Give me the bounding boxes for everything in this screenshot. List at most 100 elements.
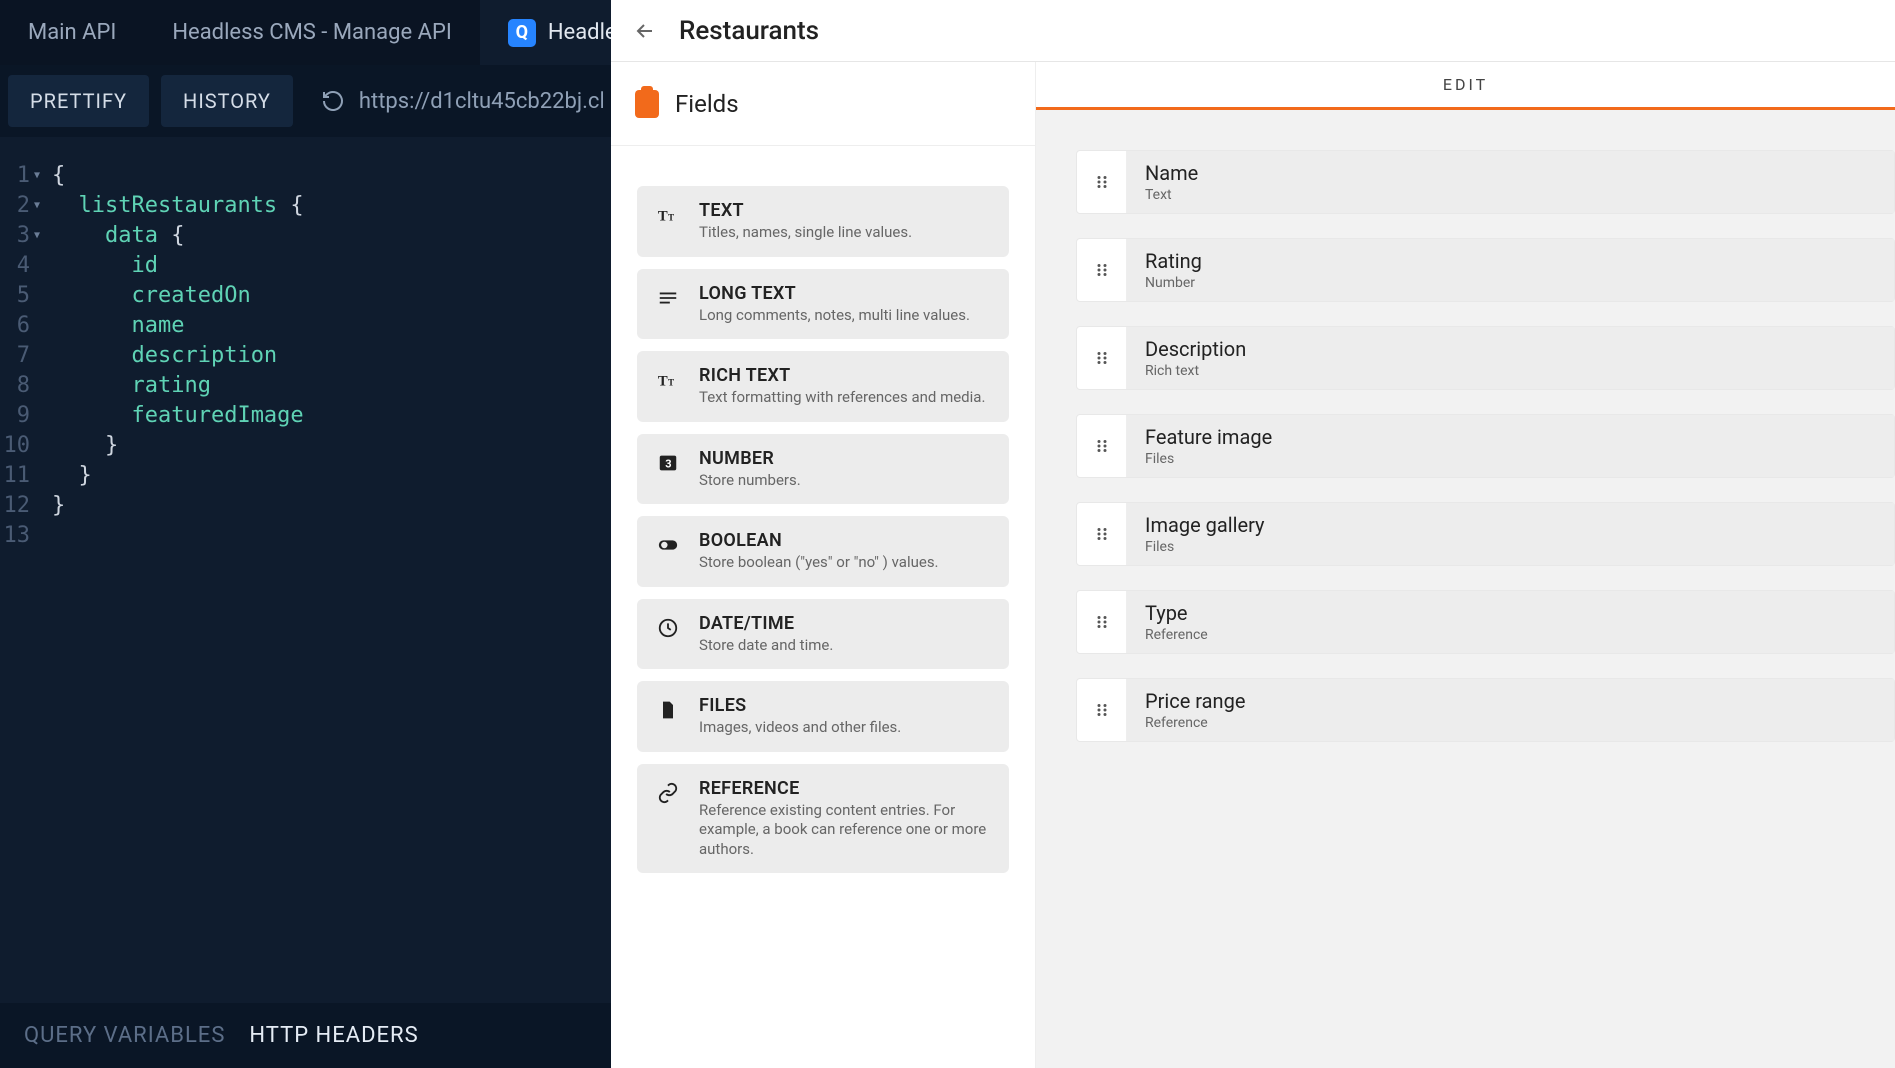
- field-type-title: TEXT: [699, 200, 912, 221]
- endpoint-url-text: https://d1cltu45cb22bj.cloudfront.net: [359, 89, 603, 114]
- model-field-row[interactable]: Description Rich text: [1076, 326, 1895, 390]
- field-type-desc: Store numbers.: [699, 471, 801, 491]
- code-body[interactable]: { listRestaurants { data { id createdOn …: [44, 161, 611, 1003]
- drag-handle-icon[interactable]: [1077, 415, 1127, 477]
- edit-tab[interactable]: EDIT: [1443, 75, 1488, 94]
- svg-text:T: T: [658, 209, 668, 225]
- reference-icon: [655, 780, 681, 806]
- field-type-desc: Store boolean ("yes" or "no" ) values.: [699, 553, 939, 573]
- field-type-title: FILES: [699, 695, 901, 716]
- line-number: 5▼: [0, 281, 40, 311]
- svg-text:T: T: [658, 374, 668, 390]
- model-field-type: Text: [1145, 187, 1876, 203]
- model-field-name: Image gallery: [1145, 513, 1876, 537]
- field-type-title: RICH TEXT: [699, 365, 985, 386]
- drag-handle-icon[interactable]: [1077, 151, 1127, 213]
- edit-tab-bar: EDIT: [1036, 62, 1895, 110]
- refresh-icon[interactable]: [321, 88, 345, 114]
- code-line[interactable]: rating: [52, 371, 611, 401]
- model-field-name: Rating: [1145, 249, 1876, 273]
- line-number: 4▼: [0, 251, 40, 281]
- code-line[interactable]: description: [52, 341, 611, 371]
- cms-header: Restaurants: [611, 0, 1895, 62]
- longtext-icon: [655, 285, 681, 311]
- field-type-card[interactable]: DATE/TIME Store date and time.: [637, 599, 1009, 670]
- code-line[interactable]: createdOn: [52, 281, 611, 311]
- model-field-type: Files: [1145, 539, 1876, 555]
- code-line[interactable]: {: [52, 161, 611, 191]
- line-number: 3▼: [0, 221, 40, 251]
- drag-handle-icon[interactable]: [1077, 591, 1127, 653]
- fields-heading: Fields: [611, 62, 1035, 146]
- fields-heading-label: Fields: [675, 90, 739, 118]
- field-type-title: DATE/TIME: [699, 613, 833, 634]
- code-line[interactable]: }: [52, 491, 611, 521]
- code-line[interactable]: }: [52, 431, 611, 461]
- code-line[interactable]: }: [52, 461, 611, 491]
- page-title: Restaurants: [679, 16, 819, 46]
- model-field-row[interactable]: Rating Number: [1076, 238, 1895, 302]
- model-field-row[interactable]: Price range Reference: [1076, 678, 1895, 742]
- drag-handle-icon[interactable]: [1077, 327, 1127, 389]
- model-field-name: Description: [1145, 337, 1876, 361]
- model-field-row[interactable]: Image gallery Files: [1076, 502, 1895, 566]
- model-field-type: Number: [1145, 275, 1876, 291]
- line-number: 9▼: [0, 401, 40, 431]
- model-field-type: Reference: [1145, 715, 1876, 731]
- query-badge-icon: Q: [508, 19, 536, 47]
- field-types-column: Fields TT TEXT Titles, names, single lin…: [611, 62, 1036, 1068]
- drag-handle-icon[interactable]: [1077, 239, 1127, 301]
- tab-main-api[interactable]: Main API: [0, 0, 144, 65]
- graphql-panel: Main API Headless CMS - Manage API Q Hea…: [0, 0, 611, 1068]
- line-number: 12▼: [0, 491, 40, 521]
- cms-body: Fields TT TEXT Titles, names, single lin…: [611, 62, 1895, 1068]
- code-editor[interactable]: 1▼2▼3▼4▼5▼6▼7▼8▼9▼10▼11▼12▼13▼ { listRes…: [0, 137, 611, 1003]
- model-field-type: Rich text: [1145, 363, 1876, 379]
- field-type-card[interactable]: LONG TEXT Long comments, notes, multi li…: [637, 269, 1009, 340]
- field-type-card[interactable]: TT RICH TEXT Text formatting with refere…: [637, 351, 1009, 422]
- prettify-button[interactable]: PRETTIFY: [8, 75, 149, 127]
- text-icon: TT: [655, 202, 681, 228]
- model-field-row[interactable]: Name Text: [1076, 150, 1895, 214]
- drag-handle-icon[interactable]: [1077, 503, 1127, 565]
- field-types-list: TT TEXT Titles, names, single line value…: [611, 146, 1035, 1068]
- history-button[interactable]: HISTORY: [161, 75, 293, 127]
- line-number: 10▼: [0, 431, 40, 461]
- field-type-desc: Titles, names, single line values.: [699, 223, 912, 243]
- edit-column: EDIT Name Text Rating Number Description…: [1036, 62, 1895, 1068]
- model-fields-list: Name Text Rating Number Description Rich…: [1036, 110, 1895, 1068]
- line-number: 13▼: [0, 521, 40, 551]
- tab-http-headers[interactable]: HTTP HEADERS: [249, 1023, 418, 1048]
- code-line[interactable]: data {: [52, 221, 611, 251]
- editor-bottom-tabs: QUERY VARIABLES HTTP HEADERS: [0, 1003, 611, 1068]
- field-type-desc: Long comments, notes, multi line values.: [699, 306, 970, 326]
- code-line[interactable]: name: [52, 311, 611, 341]
- number-icon: 3: [655, 450, 681, 476]
- field-type-card[interactable]: 3 NUMBER Store numbers.: [637, 434, 1009, 505]
- field-type-card[interactable]: BOOLEAN Store boolean ("yes" or "no" ) v…: [637, 516, 1009, 587]
- editor-toolbar: PRETTIFY HISTORY https://d1cltu45cb22bj.…: [0, 65, 611, 137]
- files-icon: [655, 697, 681, 723]
- tab-manage-api[interactable]: Headless CMS - Manage API: [144, 0, 479, 65]
- field-type-card[interactable]: REFERENCE Reference existing content ent…: [637, 764, 1009, 874]
- field-type-card[interactable]: TT TEXT Titles, names, single line value…: [637, 186, 1009, 257]
- line-number: 11▼: [0, 461, 40, 491]
- code-line[interactable]: featuredImage: [52, 401, 611, 431]
- tab-query-variables[interactable]: QUERY VARIABLES: [24, 1023, 225, 1048]
- text-icon: TT: [655, 367, 681, 393]
- line-number: 2▼: [0, 191, 40, 221]
- endpoint-url[interactable]: https://d1cltu45cb22bj.cloudfront.net: [305, 88, 603, 114]
- cms-panel: Restaurants Fields TT TEXT Titles, names…: [611, 0, 1895, 1068]
- model-field-row[interactable]: Type Reference: [1076, 590, 1895, 654]
- boolean-icon: [655, 532, 681, 558]
- field-type-card[interactable]: FILES Images, videos and other files.: [637, 681, 1009, 752]
- back-arrow-icon[interactable]: [633, 18, 659, 44]
- model-field-row[interactable]: Feature image Files: [1076, 414, 1895, 478]
- code-line[interactable]: [52, 521, 611, 551]
- code-line[interactable]: listRestaurants {: [52, 191, 611, 221]
- model-field-type: Reference: [1145, 627, 1876, 643]
- datetime-icon: [655, 615, 681, 641]
- line-gutter: 1▼2▼3▼4▼5▼6▼7▼8▼9▼10▼11▼12▼13▼: [0, 161, 44, 1003]
- code-line[interactable]: id: [52, 251, 611, 281]
- drag-handle-icon[interactable]: [1077, 679, 1127, 741]
